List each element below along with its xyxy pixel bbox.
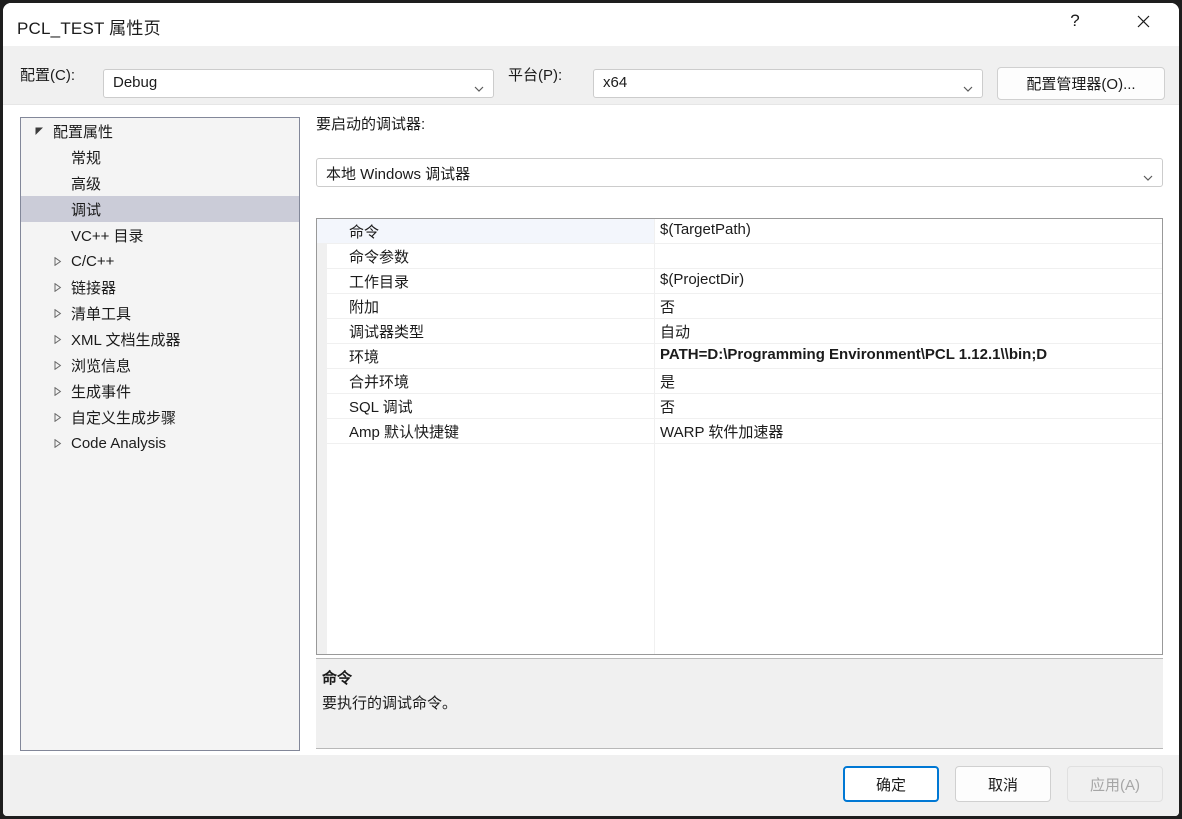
tree-item-label: 清单工具 bbox=[71, 305, 132, 323]
tree-item-label: 自定义生成步骤 bbox=[71, 409, 177, 427]
help-button[interactable]: ? bbox=[1052, 3, 1098, 39]
ok-button[interactable]: 确定 bbox=[843, 766, 939, 802]
property-row[interactable]: SQL 调试 否 bbox=[317, 394, 1162, 419]
property-grid[interactable]: 命令 $(TargetPath) 命令参数 工作目录 $(ProjectDir) 附加否调… bbox=[316, 218, 1163, 655]
expander-collapsed-icon[interactable] bbox=[49, 308, 65, 318]
expander-collapsed-icon[interactable] bbox=[49, 386, 65, 396]
tree-item-5[interactable]: C/C++ bbox=[21, 248, 299, 274]
close-button[interactable] bbox=[1120, 3, 1166, 39]
property-name: 环境 bbox=[349, 349, 380, 366]
tree-item-4[interactable]: VC++ 目录 bbox=[21, 222, 299, 248]
debugger-label: 要启动的调试器: bbox=[316, 116, 426, 133]
dialog-footer: 确定 取消 应用(A) bbox=[3, 755, 1179, 816]
property-value[interactable]: 否 bbox=[660, 396, 1162, 417]
tree-item-3[interactable]: 调试 bbox=[21, 196, 299, 222]
tree-item-label: C/C++ bbox=[71, 252, 115, 270]
cancel-button[interactable]: 取消 bbox=[955, 766, 1051, 802]
expander-collapsed-icon[interactable] bbox=[49, 360, 65, 370]
tree-item-0[interactable]: 配置属性 bbox=[21, 118, 299, 144]
expander-collapsed-icon[interactable] bbox=[49, 438, 65, 448]
row-selection-marker bbox=[317, 219, 327, 243]
tree-item-label: 高级 bbox=[71, 175, 102, 193]
expander-expanded-icon[interactable] bbox=[31, 127, 47, 136]
property-row[interactable]: 合并环境 是 bbox=[317, 369, 1162, 394]
tree-list: 配置属性常规高级调试 VC++ 目录 C/C++ 链接器清单工具 XML 文档生成器 浏览… bbox=[21, 118, 299, 456]
property-tree[interactable]: 配置属性常规高级调试 VC++ 目录 C/C++ 链接器清单工具 XML 文档生成器 浏览… bbox=[20, 117, 300, 751]
property-name: 调试器类型 bbox=[349, 324, 425, 341]
tree-item-1[interactable]: 常规 bbox=[21, 144, 299, 170]
tree-item-label: 调试 bbox=[71, 201, 102, 219]
tree-item-label: 常规 bbox=[71, 149, 102, 167]
tree-item-label: Code Analysis bbox=[71, 434, 167, 452]
configuration-manager-button[interactable]: 配置管理器(O)... bbox=[997, 67, 1165, 100]
property-row[interactable]: 命令参数 bbox=[317, 244, 1162, 269]
expander-collapsed-icon[interactable] bbox=[49, 412, 65, 422]
page-title: PCL_TEST 属性页 bbox=[17, 19, 161, 38]
tree-item-label: 生成事件 bbox=[71, 383, 132, 401]
property-row[interactable]: 环境 PATH=D:\Programming Environment\PCL 1.… bbox=[317, 344, 1162, 369]
property-value[interactable]: $(ProjectDir) bbox=[660, 271, 1162, 288]
tree-item-2[interactable]: 高级 bbox=[21, 170, 299, 196]
property-name: 合并环境 bbox=[349, 374, 410, 391]
debugger-value: 本地 Windows 调试器 bbox=[326, 166, 471, 183]
expander-collapsed-icon[interactable] bbox=[49, 256, 65, 266]
tree-item-label: VC++ 目录 bbox=[71, 227, 144, 245]
tree-item-label: 浏览信息 bbox=[71, 357, 132, 375]
property-name: Amp 默认快捷键 bbox=[349, 424, 460, 441]
close-icon bbox=[1137, 15, 1150, 28]
property-value[interactable]: PATH=D:\Programming Environment\PCL 1.12… bbox=[660, 346, 1162, 363]
description-body: 要执行的调试命令。 bbox=[322, 695, 458, 712]
property-value[interactable]: WARP 软件加速器 bbox=[660, 421, 1162, 442]
property-row[interactable]: 调试器类型 自动 bbox=[317, 319, 1162, 344]
tree-item-12[interactable]: Code Analysis bbox=[21, 430, 299, 456]
platform-label: 平台(P): bbox=[508, 67, 563, 84]
configuration-dropdown[interactable]: Debug bbox=[103, 69, 494, 98]
platform-dropdown[interactable]: x64 bbox=[593, 69, 983, 98]
property-value[interactable]: 否 bbox=[660, 296, 1162, 317]
tree-item-6[interactable]: 链接器 bbox=[21, 274, 299, 300]
configuration-label: 配置(C): bbox=[20, 67, 75, 84]
description-title: 命令 bbox=[322, 670, 353, 687]
property-pages-dialog: PCL_TEST 属性页 ? 配置(C): 平台(P): Debug x64 配… bbox=[3, 3, 1179, 816]
tree-item-8[interactable]: XML 文档生成器 bbox=[21, 326, 299, 352]
property-row[interactable]: 命令 $(TargetPath) bbox=[317, 219, 1162, 244]
property-name: 附加 bbox=[349, 299, 380, 316]
tree-item-9[interactable]: 浏览信息 bbox=[21, 352, 299, 378]
property-name: SQL 调试 bbox=[349, 399, 413, 416]
chevron-down-icon bbox=[963, 80, 973, 92]
tree-item-10[interactable]: 生成事件 bbox=[21, 378, 299, 404]
property-name: 命令 bbox=[349, 224, 380, 241]
property-value[interactable]: 自动 bbox=[660, 321, 1162, 342]
property-row[interactable]: 附加 否 bbox=[317, 294, 1162, 319]
platform-value: x64 bbox=[603, 74, 628, 91]
tree-item-label: XML 文档生成器 bbox=[71, 331, 181, 349]
expander-collapsed-icon[interactable] bbox=[49, 334, 65, 344]
property-value[interactable]: 是 bbox=[660, 371, 1162, 392]
description-panel: 命令 要执行的调试命令。 bbox=[316, 658, 1163, 749]
tree-item-7[interactable]: 清单工具 bbox=[21, 300, 299, 326]
property-row[interactable]: Amp 默认快捷键 WARP 软件加速器 bbox=[317, 419, 1162, 444]
tree-item-label: 配置属性 bbox=[53, 123, 114, 141]
title-bar: PCL_TEST 属性页 ? bbox=[3, 3, 1179, 46]
property-row[interactable]: 工作目录 $(ProjectDir) bbox=[317, 269, 1162, 294]
property-name: 工作目录 bbox=[349, 274, 410, 291]
expander-collapsed-icon[interactable] bbox=[49, 282, 65, 292]
configuration-value: Debug bbox=[113, 74, 158, 91]
debugger-dropdown[interactable]: 本地 Windows 调试器 bbox=[316, 158, 1163, 187]
property-value[interactable]: $(TargetPath) bbox=[660, 221, 1162, 238]
tree-item-11[interactable]: 自定义生成步骤 bbox=[21, 404, 299, 430]
apply-button: 应用(A) bbox=[1067, 766, 1163, 802]
question-mark-icon: ? bbox=[1070, 11, 1080, 30]
tree-item-label: 链接器 bbox=[71, 279, 117, 297]
property-name: 命令参数 bbox=[349, 249, 410, 266]
chevron-down-icon bbox=[474, 80, 484, 92]
debug-page: 要启动的调试器: 本地 Windows 调试器 命令 $(TargetPath) 命… bbox=[314, 113, 1165, 751]
chevron-down-icon bbox=[1143, 169, 1153, 181]
